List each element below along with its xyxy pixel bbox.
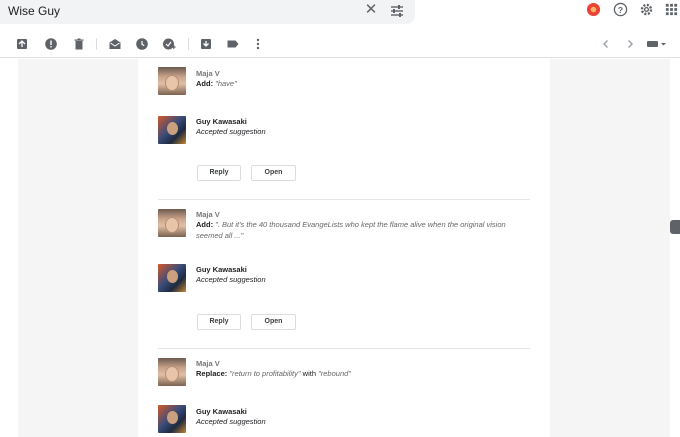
reply-author: Guy Kawasaki bbox=[196, 265, 247, 274]
apps-grid-icon[interactable] bbox=[664, 2, 679, 17]
report-spam-icon[interactable] bbox=[44, 37, 58, 51]
comment-author: Maja V bbox=[196, 210, 220, 219]
back-to-inbox-icon[interactable] bbox=[15, 37, 29, 51]
reply-author: Guy Kawasaki bbox=[196, 407, 247, 416]
reply-button[interactable]: Reply bbox=[197, 314, 241, 330]
comment-text: Add: ". But it's the 40 thousand EvangeL… bbox=[196, 219, 536, 241]
suggestion-quote: "return to profitability" bbox=[229, 369, 301, 378]
search-bar[interactable]: Wise Guy ✕ bbox=[0, 0, 415, 24]
suggestion-quote: "have" bbox=[215, 79, 237, 88]
account-toolbar: ? bbox=[580, 0, 680, 20]
suggestion-action: Add: bbox=[196, 79, 214, 88]
toolbar-divider bbox=[188, 38, 189, 50]
comment-thread: Maja V Add: "have" Guy Kawasaki Accepted… bbox=[138, 59, 550, 437]
more-vertical-icon[interactable] bbox=[251, 37, 265, 51]
mark-unread-icon[interactable] bbox=[108, 37, 122, 51]
gear-icon[interactable] bbox=[639, 2, 654, 17]
app-logo-icon[interactable] bbox=[586, 2, 601, 17]
reply-button[interactable]: Reply bbox=[197, 165, 241, 181]
svg-text:?: ? bbox=[618, 5, 623, 15]
delete-icon[interactable] bbox=[72, 37, 86, 51]
help-icon[interactable]: ? bbox=[613, 2, 628, 17]
message-toolbar bbox=[0, 30, 680, 58]
open-button[interactable]: Open bbox=[251, 314, 296, 330]
toolbar-divider bbox=[96, 38, 97, 50]
comment-divider bbox=[158, 348, 530, 349]
search-input[interactable]: Wise Guy bbox=[8, 4, 60, 18]
reply-status: Accepted suggestion bbox=[196, 127, 266, 136]
comment-divider bbox=[158, 199, 530, 200]
comment-text: Add: "have" bbox=[196, 78, 237, 89]
tune-icon[interactable] bbox=[389, 3, 405, 19]
reply-status: Accepted suggestion bbox=[196, 275, 266, 284]
snooze-clock-icon[interactable] bbox=[135, 37, 149, 51]
suggestion-replacement: "rebound" bbox=[318, 369, 351, 378]
keyboard-input-icon[interactable] bbox=[646, 37, 668, 51]
reply-status: Accepted suggestion bbox=[196, 417, 266, 426]
move-to-icon[interactable] bbox=[199, 37, 213, 51]
comment-author: Maja V bbox=[196, 359, 220, 368]
suggestion-connector: with bbox=[302, 369, 316, 378]
label-icon[interactable] bbox=[226, 37, 240, 51]
reply-author: Guy Kawasaki bbox=[196, 117, 247, 126]
avatar bbox=[158, 209, 186, 237]
add-to-tasks-icon[interactable] bbox=[162, 37, 176, 51]
left-gutter bbox=[18, 59, 138, 437]
avatar bbox=[158, 67, 186, 95]
avatar bbox=[158, 116, 186, 144]
close-icon[interactable]: ✕ bbox=[363, 2, 379, 18]
comment-author: Maja V bbox=[196, 69, 220, 78]
suggestion-action: Add: bbox=[196, 220, 214, 229]
suggestion-action: Replace: bbox=[196, 369, 228, 378]
chevron-right-icon[interactable] bbox=[623, 37, 637, 51]
avatar bbox=[158, 358, 186, 386]
right-gutter bbox=[550, 59, 670, 437]
chevron-left-icon[interactable] bbox=[599, 37, 613, 51]
comment-text: Replace: "return to profitability" with … bbox=[196, 368, 351, 379]
suggestion-quote: ". But it's the 40 thousand EvangeLists … bbox=[215, 220, 506, 229]
suggestion-quote-continued: seemed all ..." bbox=[196, 231, 244, 240]
avatar bbox=[158, 405, 186, 433]
avatar bbox=[158, 264, 186, 292]
side-panel-toggle[interactable] bbox=[670, 220, 680, 234]
open-button[interactable]: Open bbox=[251, 165, 296, 181]
